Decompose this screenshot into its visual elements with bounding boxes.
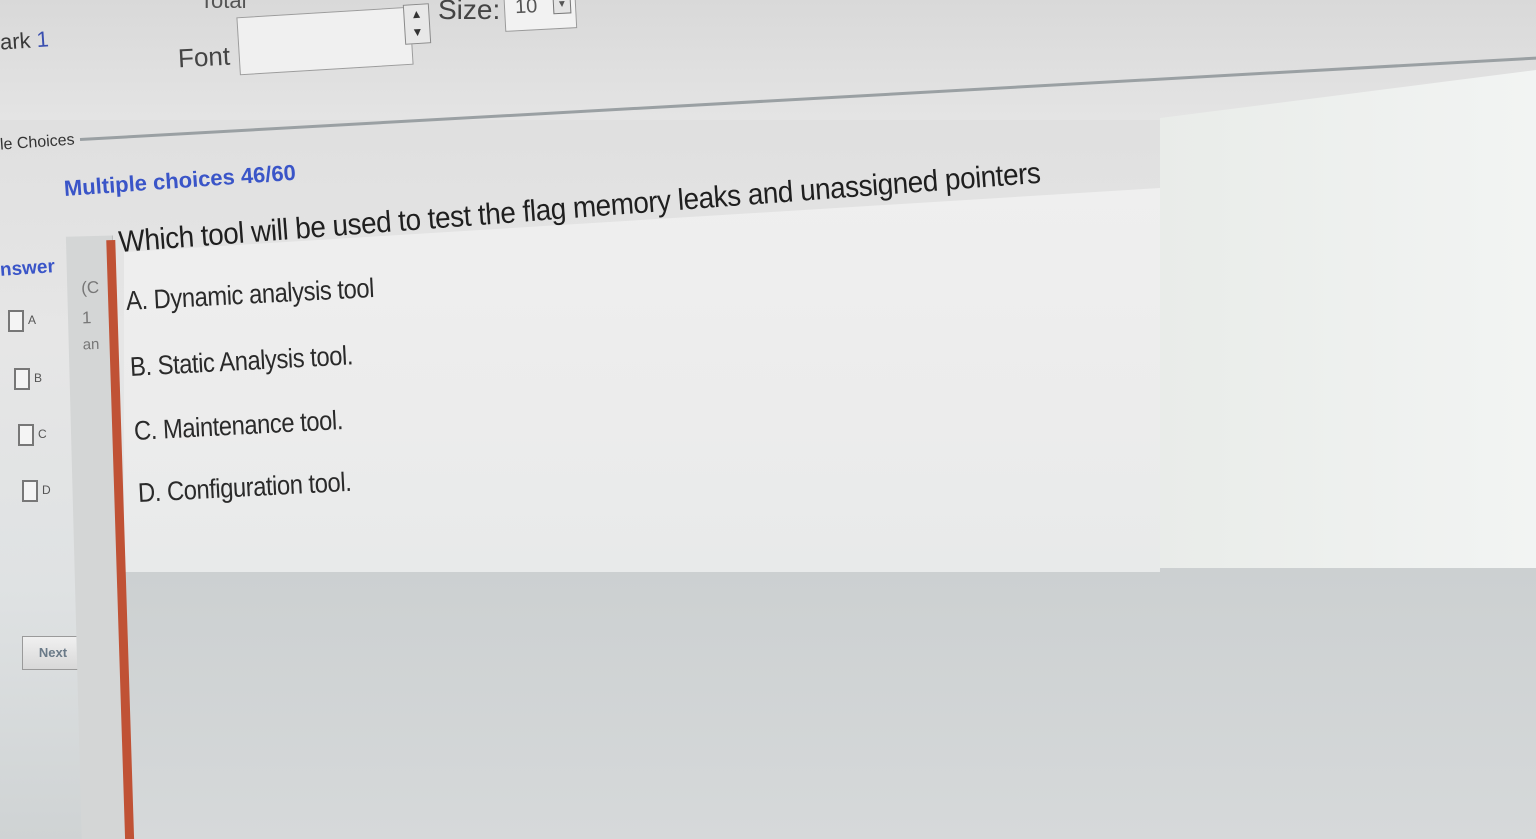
answer-option-c-label: C bbox=[38, 427, 47, 442]
spinner-up-icon[interactable]: ▲ bbox=[404, 4, 429, 23]
size-select[interactable]: 10 ▼ bbox=[502, 0, 578, 32]
side-strip-text-3: an bbox=[82, 335, 100, 354]
answer-option-d-label: D bbox=[42, 483, 51, 498]
mark-label-text: ark bbox=[0, 27, 32, 55]
answer-option-a-label: A bbox=[28, 313, 37, 328]
side-strip-text-2: 1 bbox=[81, 308, 92, 328]
size-value: 10 bbox=[514, 0, 538, 19]
answer-checkbox-c[interactable] bbox=[18, 424, 34, 446]
chevron-down-icon[interactable]: ▼ bbox=[552, 0, 572, 15]
answer-checkbox-a[interactable] bbox=[8, 310, 24, 332]
answer-option-d[interactable]: D bbox=[22, 480, 51, 502]
size-label: Size: bbox=[438, 0, 501, 25]
font-input[interactable] bbox=[236, 6, 414, 76]
font-spinner[interactable]: ▲ ▼ bbox=[402, 3, 432, 45]
answer-title: nswer bbox=[0, 256, 56, 281]
answer-checkbox-d[interactable] bbox=[22, 480, 38, 502]
choices-tab[interactable]: le Choices bbox=[0, 131, 75, 154]
lower-pane bbox=[124, 568, 1536, 839]
font-label: Font bbox=[177, 40, 231, 74]
mark-value: 1 bbox=[35, 26, 50, 53]
total-label: Total bbox=[200, 0, 247, 13]
answer-option-c[interactable]: C bbox=[18, 424, 47, 446]
next-button[interactable]: Next bbox=[22, 636, 84, 670]
answer-option-b-label: B bbox=[34, 371, 43, 386]
answer-option-a[interactable]: A bbox=[8, 310, 36, 332]
section-title: Multiple choices 46/60 bbox=[63, 159, 297, 201]
right-pane bbox=[1160, 70, 1536, 570]
mark-label: ark 1 bbox=[0, 26, 50, 55]
answer-option-b[interactable]: B bbox=[14, 368, 42, 390]
answer-checkbox-b[interactable] bbox=[14, 368, 30, 390]
spinner-down-icon[interactable]: ▼ bbox=[405, 22, 430, 41]
side-strip-text-1: (C bbox=[80, 277, 100, 298]
